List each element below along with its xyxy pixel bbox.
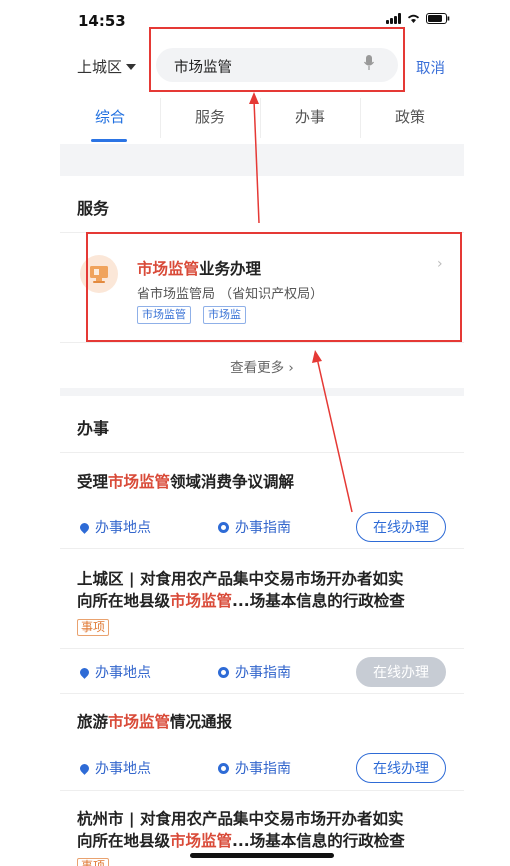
annotation-arrow-service [316, 357, 353, 513]
annotation-arrow-search [253, 99, 260, 224]
app-screen: 14:53 上城区 市场监管 取消 综合 服务 办事 政策 服务 市场监管业务办… [60, 0, 464, 866]
annotation-arrowhead [249, 92, 259, 104]
annotation-arrows [249, 92, 353, 513]
annotation-arrowhead [312, 350, 322, 363]
